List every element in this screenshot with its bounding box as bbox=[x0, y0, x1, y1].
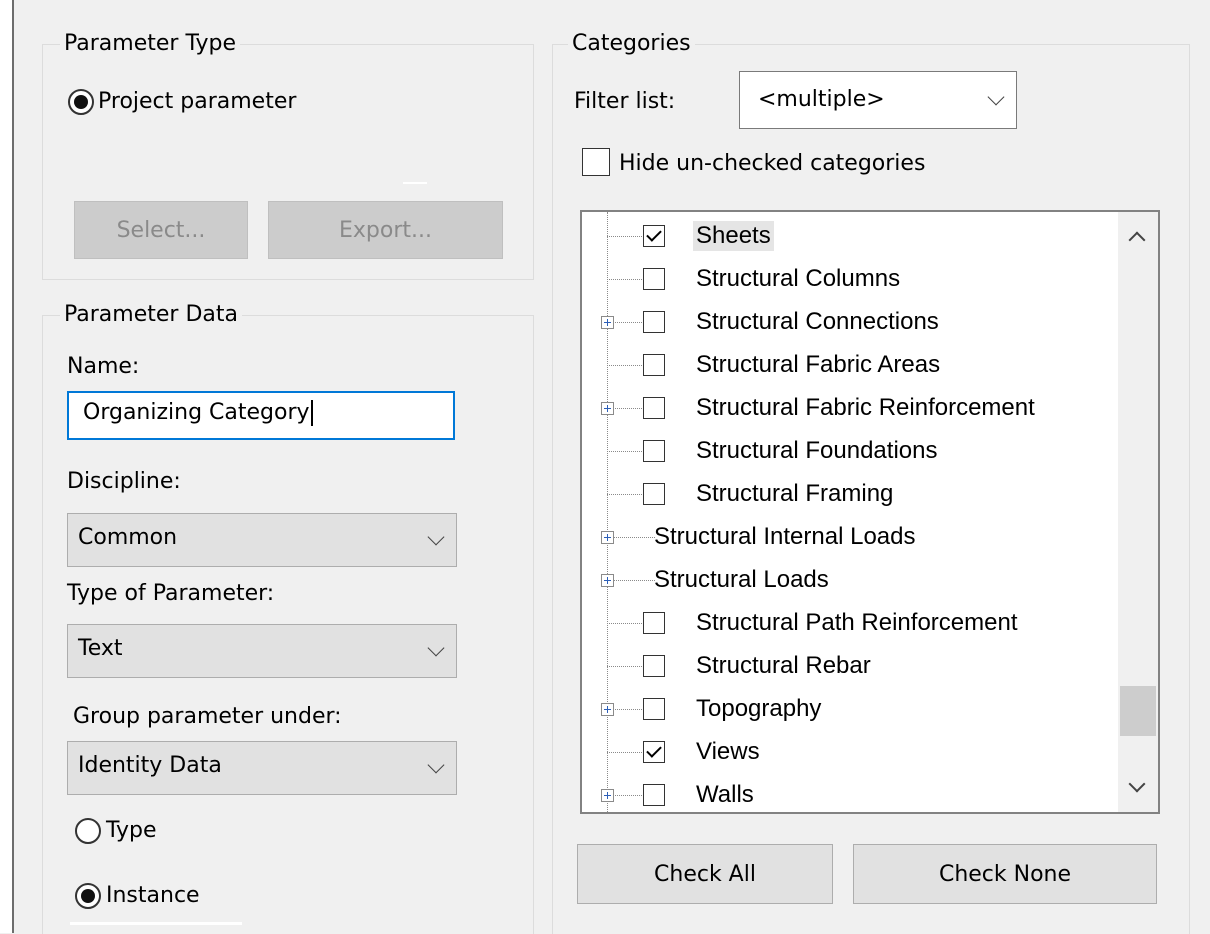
check-none-button[interactable]: Check None bbox=[853, 844, 1157, 904]
category-tree-item[interactable]: Topography bbox=[582, 688, 1118, 731]
category-label[interactable]: Structural Rebar bbox=[693, 651, 874, 681]
category-tree-item[interactable]: Walls bbox=[582, 774, 1118, 812]
type-radio-label[interactable]: Type bbox=[106, 818, 157, 844]
category-tree-item[interactable]: Structural Connections bbox=[582, 301, 1118, 344]
hide-unchecked-checkbox[interactable] bbox=[582, 148, 610, 176]
filter-list-label: Filter list: bbox=[574, 89, 676, 114]
name-label: Name: bbox=[67, 354, 140, 379]
discipline-dropdown[interactable]: Common bbox=[67, 513, 457, 567]
expand-plus-icon[interactable] bbox=[601, 789, 614, 802]
categories-tree[interactable]: Sheets Structural Columns Structural Conne… bbox=[580, 210, 1160, 814]
tree-connector bbox=[607, 580, 655, 581]
tree-connector bbox=[607, 279, 642, 280]
tree-connector bbox=[607, 752, 642, 753]
type-radio[interactable] bbox=[75, 818, 101, 844]
project-parameter-radio[interactable] bbox=[68, 89, 94, 115]
expand-plus-icon[interactable] bbox=[601, 316, 614, 329]
project-parameter-label[interactable]: Project parameter bbox=[98, 89, 296, 115]
category-checkbox[interactable] bbox=[643, 483, 665, 505]
tree-connector bbox=[607, 494, 642, 495]
category-checkbox[interactable] bbox=[643, 311, 665, 333]
parameter-data-legend: Parameter Data bbox=[60, 302, 242, 328]
tree-connector bbox=[607, 365, 642, 366]
category-label[interactable]: Sheets bbox=[693, 221, 774, 251]
category-label[interactable]: Structural Foundations bbox=[693, 436, 940, 466]
category-label[interactable]: Structural Fabric Areas bbox=[693, 350, 943, 380]
expand-plus-icon[interactable] bbox=[601, 402, 614, 415]
category-tree-item[interactable]: Structural Loads bbox=[582, 559, 1118, 602]
chevron-down-icon bbox=[427, 639, 445, 657]
chevron-down-icon bbox=[427, 756, 445, 774]
category-label[interactable]: Views bbox=[693, 737, 763, 767]
category-label[interactable]: Topography bbox=[693, 694, 824, 724]
check-all-button[interactable]: Check All bbox=[577, 844, 833, 904]
expand-plus-icon[interactable] bbox=[601, 574, 614, 587]
hide-unchecked-label[interactable]: Hide un-checked categories bbox=[619, 151, 925, 177]
category-checkbox[interactable] bbox=[643, 655, 665, 677]
instance-radio-label[interactable]: Instance bbox=[106, 883, 200, 909]
category-checkbox[interactable] bbox=[643, 225, 665, 247]
category-tree-item[interactable]: Structural Fabric Areas bbox=[582, 344, 1118, 387]
name-field-value: Organizing Category bbox=[83, 400, 310, 425]
category-checkbox[interactable] bbox=[643, 268, 665, 290]
category-tree-item[interactable]: Views bbox=[582, 731, 1118, 774]
category-label[interactable]: Structural Path Reinforcement bbox=[693, 608, 1020, 638]
category-label[interactable]: Structural Internal Loads bbox=[651, 522, 918, 552]
category-label[interactable]: Structural Fabric Reinforcement bbox=[693, 393, 1038, 423]
category-tree-item[interactable]: Structural Framing bbox=[582, 473, 1118, 516]
category-tree-item[interactable]: Sheets bbox=[582, 215, 1118, 258]
tree-connector bbox=[607, 236, 642, 237]
export-button[interactable]: Export... bbox=[268, 201, 503, 259]
categories-legend: Categories bbox=[568, 31, 695, 57]
category-tree-item[interactable]: Structural Columns bbox=[582, 258, 1118, 301]
group-parameter-under-label: Group parameter under: bbox=[73, 704, 342, 729]
focus-underline bbox=[70, 922, 242, 925]
expand-plus-icon[interactable] bbox=[601, 703, 614, 716]
chevron-down-icon bbox=[427, 528, 445, 546]
category-label[interactable]: Structural Connections bbox=[693, 307, 942, 337]
chevron-down-icon bbox=[987, 88, 1005, 106]
vertical-scrollbar[interactable] bbox=[1118, 212, 1158, 812]
category-checkbox[interactable] bbox=[643, 612, 665, 634]
category-checkbox[interactable] bbox=[643, 440, 665, 462]
category-checkbox[interactable] bbox=[643, 397, 665, 419]
filter-list-value: <multiple> bbox=[758, 87, 885, 112]
tree-connector bbox=[607, 451, 642, 452]
category-label[interactable]: Structural Columns bbox=[693, 264, 903, 294]
category-checkbox[interactable] bbox=[643, 784, 665, 806]
filter-list-dropdown[interactable]: <multiple> bbox=[739, 71, 1017, 129]
tree-connector bbox=[607, 623, 642, 624]
scroll-down-arrow-icon[interactable] bbox=[1128, 775, 1146, 793]
scrollbar-thumb[interactable] bbox=[1120, 686, 1156, 736]
category-tree-item[interactable]: Structural Fabric Reinforcement bbox=[582, 387, 1118, 430]
category-checkbox[interactable] bbox=[643, 741, 665, 763]
type-of-parameter-label: Type of Parameter: bbox=[67, 581, 275, 606]
group-parameter-under-value: Identity Data bbox=[78, 753, 222, 778]
category-label[interactable]: Structural Loads bbox=[651, 565, 832, 595]
category-label[interactable]: Structural Framing bbox=[693, 479, 896, 509]
text-caret bbox=[310, 400, 313, 426]
scroll-up-arrow-icon[interactable] bbox=[1128, 231, 1146, 249]
category-tree-item[interactable]: Structural Path Reinforcement bbox=[582, 602, 1118, 645]
discipline-value: Common bbox=[78, 525, 178, 550]
category-checkbox[interactable] bbox=[643, 354, 665, 376]
small-dash bbox=[403, 182, 427, 184]
expand-plus-icon[interactable] bbox=[601, 531, 614, 544]
parameter-type-legend: Parameter Type bbox=[60, 31, 240, 57]
category-tree-item[interactable]: Structural Foundations bbox=[582, 430, 1118, 473]
type-of-parameter-dropdown[interactable]: Text bbox=[67, 624, 457, 678]
category-checkbox[interactable] bbox=[643, 698, 665, 720]
category-tree-item[interactable]: Structural Rebar bbox=[582, 645, 1118, 688]
select-button[interactable]: Select... bbox=[74, 201, 248, 259]
discipline-label: Discipline: bbox=[67, 469, 181, 494]
tree-connector bbox=[607, 666, 642, 667]
group-parameter-under-dropdown[interactable]: Identity Data bbox=[67, 741, 457, 795]
category-label[interactable]: Walls bbox=[693, 780, 757, 810]
tree-connector bbox=[607, 537, 655, 538]
window-left-edge bbox=[0, 0, 14, 933]
category-tree-item[interactable]: Structural Internal Loads bbox=[582, 516, 1118, 559]
name-field[interactable]: Organizing Category bbox=[67, 391, 455, 440]
type-of-parameter-value: Text bbox=[78, 636, 123, 661]
instance-radio[interactable] bbox=[75, 883, 101, 909]
